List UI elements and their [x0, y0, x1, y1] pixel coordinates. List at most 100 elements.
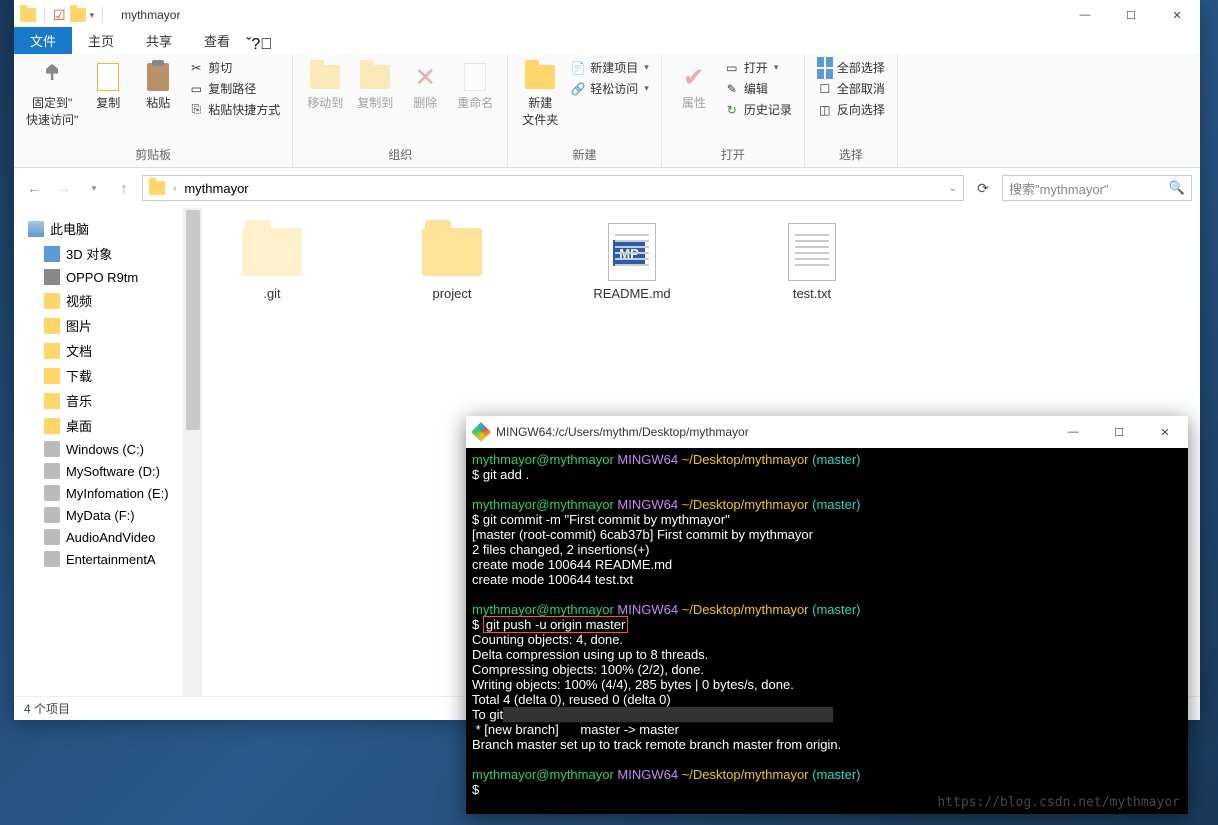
tree-item[interactable]: MySoftware (D:)	[16, 460, 181, 482]
tree-item[interactable]: Windows (C:)	[16, 438, 181, 460]
drive-icon	[44, 463, 60, 479]
tree-item[interactable]: AudioAndVideo	[16, 526, 181, 548]
properties-button[interactable]: ✔属性	[670, 58, 718, 113]
terminal-line: Writing objects: 100% (4/4), 285 bytes |…	[472, 677, 1182, 692]
select-none-button[interactable]: ☐全部取消	[813, 79, 889, 98]
paste-shortcut-button[interactable]: ⎘粘贴快捷方式	[184, 100, 284, 119]
select-all-icon	[817, 60, 833, 76]
explorer-titlebar: ☑ ▾ mythmayor — ☐ ✕	[14, 0, 1200, 30]
terminal-titlebar: MINGW64:/c/Users/mythm/Desktop/mythmayor…	[466, 416, 1188, 448]
recent-button[interactable]: ▾	[82, 176, 106, 200]
group-label: 打开	[670, 144, 796, 165]
tree-item[interactable]: 文档	[16, 338, 181, 363]
history-button[interactable]: ↻历史记录	[720, 100, 796, 119]
search-placeholder: 搜索"mythmayor"	[1009, 179, 1109, 198]
select-all-button[interactable]: 全部选择	[813, 58, 889, 77]
folder-icon	[242, 228, 302, 276]
cube-icon	[44, 246, 60, 262]
close-button[interactable]: ✕	[1154, 0, 1200, 30]
maximize-button[interactable]: ☐	[1096, 417, 1142, 447]
file-item[interactable]: test.txt	[752, 224, 872, 301]
tree-scrollbar[interactable]	[184, 208, 202, 696]
shortcut-icon: ⎘	[188, 102, 204, 118]
maximize-button[interactable]: ☐	[1108, 0, 1154, 30]
copy-path-button[interactable]: ▭复制路径	[184, 79, 284, 98]
tree-item[interactable]: 图片	[16, 313, 181, 338]
file-item[interactable]: MP README.md	[572, 224, 692, 301]
tree-item[interactable]: 下载	[16, 363, 181, 388]
easy-access-button[interactable]: 🔗轻松访问▾	[566, 79, 653, 98]
terminal-line: Total 4 (delta 0), reused 0 (delta 0)	[472, 692, 1182, 707]
new-folder-button[interactable]: 新建 文件夹	[516, 58, 564, 130]
folder-icon	[44, 293, 60, 309]
cut-button[interactable]: ✂剪切	[184, 58, 284, 77]
tree-item[interactable]: MyInfomation (E:)	[16, 482, 181, 504]
folder-icon	[149, 181, 165, 195]
dropdown-icon[interactable]: ⌄	[949, 183, 957, 194]
close-button[interactable]: ✕	[1142, 417, 1188, 447]
minimize-button[interactable]: —	[1062, 0, 1108, 30]
invert-selection-button[interactable]: ◫反向选择	[813, 100, 889, 119]
file-item[interactable]: .git	[212, 224, 332, 301]
edit-button[interactable]: ✎编辑	[720, 79, 796, 98]
drive-icon	[44, 529, 60, 545]
file-icon: MP	[608, 223, 656, 281]
select-none-icon: ☐	[817, 81, 833, 97]
pin-quickaccess-button[interactable]: 固定到" 快速访问"	[22, 58, 82, 130]
tree-item[interactable]: MyData (F:)	[16, 504, 181, 526]
minimize-button[interactable]: —	[1050, 417, 1096, 447]
tree-item[interactable]: OPPO R9tm	[16, 266, 181, 288]
drive-icon	[44, 441, 60, 457]
item-count: 4 个项目	[24, 700, 70, 717]
help-icon[interactable]: ?⃝	[251, 36, 272, 54]
folder-icon[interactable]	[70, 8, 86, 22]
nav-tree[interactable]: 此电脑 3D 对象 OPPO R9tm 视频 图片 文档 下载 音乐 桌面 Wi…	[14, 208, 184, 696]
tab-share[interactable]: 共享	[130, 27, 188, 54]
copy-button[interactable]: 复制	[84, 58, 132, 113]
tree-item[interactable]: 视频	[16, 288, 181, 313]
new-item-button[interactable]: 📄新建项目▾	[566, 58, 653, 77]
address-bar[interactable]: › mythmayor ⌄	[142, 175, 964, 201]
tab-home[interactable]: 主页	[72, 27, 130, 54]
tree-item[interactable]: 音乐	[16, 388, 181, 413]
back-button[interactable]: ←	[22, 176, 46, 200]
git-bash-icon	[471, 422, 491, 442]
easy-access-icon: 🔗	[570, 81, 586, 97]
folder-icon	[422, 228, 482, 276]
file-item[interactable]: project	[392, 224, 512, 301]
terminal-line: $ git add .	[472, 467, 1182, 482]
tree-item[interactable]: EntertainmentA	[16, 548, 181, 570]
open-icon: ▭	[724, 60, 740, 76]
tree-item[interactable]: 3D 对象	[16, 241, 181, 266]
paste-button[interactable]: 粘贴	[134, 58, 182, 113]
delete-button[interactable]: ✕删除	[401, 58, 449, 113]
terminal-body[interactable]: mythmayor@mythmayor MINGW64 ~/Desktop/my…	[466, 448, 1188, 814]
up-button[interactable]: ↑	[112, 176, 136, 200]
chevron-icon[interactable]: ›	[173, 183, 176, 194]
tab-file[interactable]: 文件	[14, 27, 72, 54]
forward-button[interactable]: →	[52, 176, 76, 200]
path-icon: ▭	[188, 81, 204, 97]
watermark: https://blog.csdn.net/mythmayor	[937, 795, 1180, 810]
drive-icon	[44, 551, 60, 567]
check-icon: ✔	[683, 62, 705, 93]
open-button[interactable]: ▭打开▾	[720, 58, 796, 77]
moveto-button[interactable]: 移动到	[301, 58, 349, 113]
terminal-line: Delta compression using up to 8 threads.	[472, 647, 1182, 662]
tree-thispc[interactable]: 此电脑	[16, 216, 181, 241]
rename-icon	[464, 63, 486, 91]
search-input[interactable]: 搜索"mythmayor" 🔍	[1002, 175, 1192, 201]
highlighted-command: git push -u origin master	[483, 616, 628, 633]
terminal-line: [master (root-commit) 6cab37b] First com…	[472, 527, 1182, 542]
tab-view[interactable]: 查看	[188, 27, 246, 54]
refresh-button[interactable]: ⟳	[970, 175, 996, 201]
breadcrumb[interactable]: mythmayor	[184, 181, 248, 196]
terminal-window: MINGW64:/c/Users/mythm/Desktop/mythmayor…	[466, 416, 1188, 814]
folder-icon	[44, 318, 60, 334]
check-icon[interactable]: ☑	[53, 7, 66, 24]
scissors-icon: ✂	[188, 60, 204, 76]
copyto-button[interactable]: 复制到	[351, 58, 399, 113]
search-icon[interactable]: 🔍	[1169, 180, 1185, 196]
tree-item[interactable]: 桌面	[16, 413, 181, 438]
rename-button[interactable]: 重命名	[451, 58, 499, 113]
